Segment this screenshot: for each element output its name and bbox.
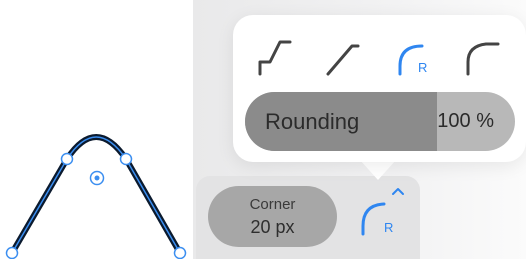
corner-mode-button[interactable]: R — [350, 184, 410, 244]
corner-handle-right — [119, 152, 133, 166]
anchor-handle-right — [173, 246, 187, 259]
rounding-slider[interactable]: Rounding 100 % — [245, 92, 515, 151]
drawing-canvas[interactable]: Corner 20 px R R Rounding 100 % — [0, 0, 526, 259]
corner-radius-button[interactable]: Corner 20 px — [208, 186, 337, 247]
chamfer-corner-icon[interactable] — [250, 32, 298, 80]
corner-value: 20 px — [250, 216, 295, 237]
style-badge: R — [418, 60, 427, 75]
anchor-handle-left — [5, 246, 19, 259]
rounded-corner-icon — [361, 202, 386, 236]
center-point-icon — [89, 170, 105, 186]
chevron-up-icon — [392, 188, 404, 195]
vector-shape[interactable] — [0, 0, 200, 259]
corner-handle-left — [60, 152, 74, 166]
straight-corner-icon[interactable] — [318, 32, 366, 80]
corner-label: Corner — [249, 195, 296, 213]
mode-badge: R — [384, 220, 393, 235]
rounding-value: 100 % — [437, 110, 494, 132]
rounded-corner-option-icon[interactable]: R — [388, 32, 436, 80]
smooth-corner-icon[interactable] — [458, 32, 506, 80]
rounding-label: Rounding — [265, 109, 360, 134]
popover-pointer — [360, 160, 396, 180]
